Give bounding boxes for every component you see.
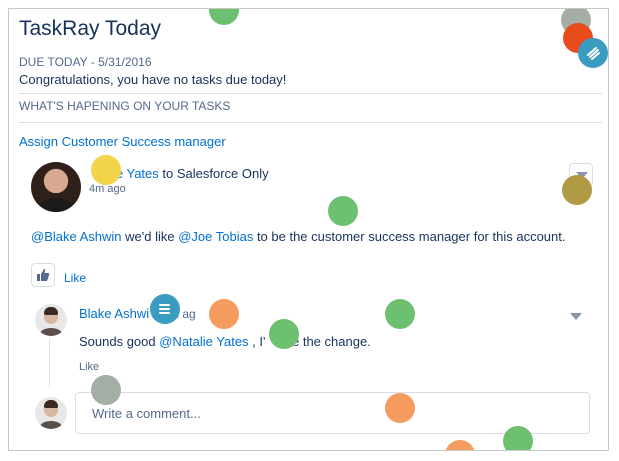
- overlay-dot: [91, 155, 121, 185]
- overlay-dot: [209, 299, 239, 329]
- overlay-dot: [503, 426, 533, 450]
- like-link[interactable]: Like: [64, 271, 86, 285]
- reply-like-link[interactable]: Like: [79, 361, 99, 373]
- taskray-logo-icon[interactable]: [150, 294, 180, 324]
- reply-author-name[interactable]: Blake Ashwi: [79, 306, 149, 321]
- overlay-dot: [328, 196, 358, 226]
- overlay-dot: [445, 440, 475, 450]
- thumbs-up-icon: [37, 269, 50, 281]
- avatar[interactable]: [35, 304, 67, 336]
- overlay-dot: [385, 393, 415, 423]
- chevron-down-icon[interactable]: [570, 313, 582, 320]
- avatar: [35, 397, 67, 429]
- divider: [19, 122, 602, 123]
- mention-link[interactable]: @Natalie Yates: [159, 334, 248, 349]
- page-title: TaskRay Today: [19, 17, 162, 40]
- taskray-logo-icon: [587, 47, 600, 60]
- overlay-dot: [209, 9, 239, 25]
- mention-link[interactable]: @Joe Tobias: [178, 229, 253, 244]
- thread-line: [49, 339, 50, 387]
- overlay-dot: [385, 299, 415, 329]
- due-today-message: Congratulations, you have no tasks due t…: [19, 72, 287, 87]
- like-button[interactable]: [31, 263, 55, 287]
- taskray-today-card: TaskRay Today DUE TODAY - 5/31/2016 Cong…: [8, 8, 609, 451]
- post-body: @Blake Ashwin we'd like @Joe Tobias to b…: [31, 229, 566, 244]
- section-heading: WHAT'S HAPENING ON YOUR TASKS: [19, 99, 231, 113]
- overlay-dot: [562, 175, 592, 205]
- taskray-logo-icon[interactable]: [578, 38, 608, 68]
- reply-body: Sounds good @Natalie Yates , I' ke the ch…: [79, 334, 371, 349]
- divider: [19, 93, 602, 94]
- mention-link[interactable]: @Blake Ashwin: [31, 229, 122, 244]
- due-today-label: DUE TODAY - 5/31/2016: [19, 55, 152, 69]
- taskray-logo-icon: [159, 304, 170, 314]
- post-visibility: to Salesforce Only: [158, 166, 269, 181]
- task-link[interactable]: Assign Customer Success manager: [19, 134, 226, 149]
- overlay-dot: [91, 375, 121, 405]
- overlay-dot: [269, 319, 299, 349]
- avatar[interactable]: [31, 162, 81, 212]
